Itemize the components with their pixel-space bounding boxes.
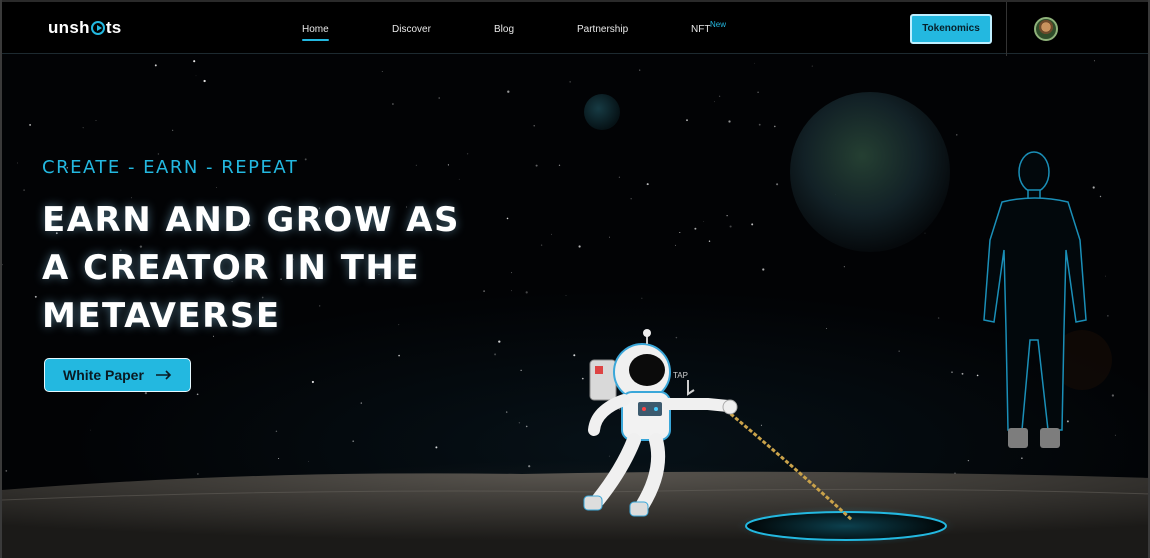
play-icon xyxy=(90,21,105,35)
top-navbar: unsh ts Home Discover Blog Partnership NF… xyxy=(2,0,1148,56)
brand-logo[interactable]: unsh ts xyxy=(48,18,122,38)
nft-new-badge: New xyxy=(710,20,727,29)
nav-blog-link[interactable]: Blog xyxy=(494,24,514,35)
nav-nft-link[interactable]: NFT xyxy=(691,24,710,35)
nav-partnership-link[interactable]: Partnership xyxy=(577,24,628,35)
nav-discover-link[interactable]: Discover xyxy=(392,24,431,35)
headline-line-1: EARN AND GROW AS xyxy=(42,200,460,240)
small-planet-icon xyxy=(584,94,620,130)
nav-home-link[interactable]: Home xyxy=(302,24,329,41)
user-avatar-icon[interactable] xyxy=(1034,17,1058,41)
tap-hint-label: TAP xyxy=(673,371,688,380)
nav-divider xyxy=(1006,2,1007,56)
lunar-ground xyxy=(2,471,1148,558)
arrow-right-icon xyxy=(155,370,172,380)
page: unsh ts Home Discover Blog Partnership NF… xyxy=(0,0,1150,558)
portal-hole xyxy=(745,511,947,541)
white-paper-label: White Paper xyxy=(63,367,144,383)
earth-planet-icon xyxy=(790,92,950,252)
astronaut-illustration xyxy=(583,329,738,517)
hero-tagline: CREATE - EARN - REPEAT xyxy=(42,157,299,178)
headline-line-2: A CREATOR IN THE xyxy=(42,248,421,288)
hologram-feet xyxy=(1008,428,1028,448)
brand-name-prefix: unsh xyxy=(48,18,90,37)
tokenomics-button[interactable]: Tokenomics xyxy=(910,14,992,44)
hologram-silhouette xyxy=(983,151,1087,431)
rope xyxy=(725,408,854,522)
brand-name-suffix: ts xyxy=(105,18,122,37)
white-paper-button[interactable]: White Paper xyxy=(44,358,191,392)
headline-line-3: METAVERSE xyxy=(42,296,281,336)
hero-headline: EARN AND GROW AS A CREATOR IN THE METAVE… xyxy=(42,196,472,340)
